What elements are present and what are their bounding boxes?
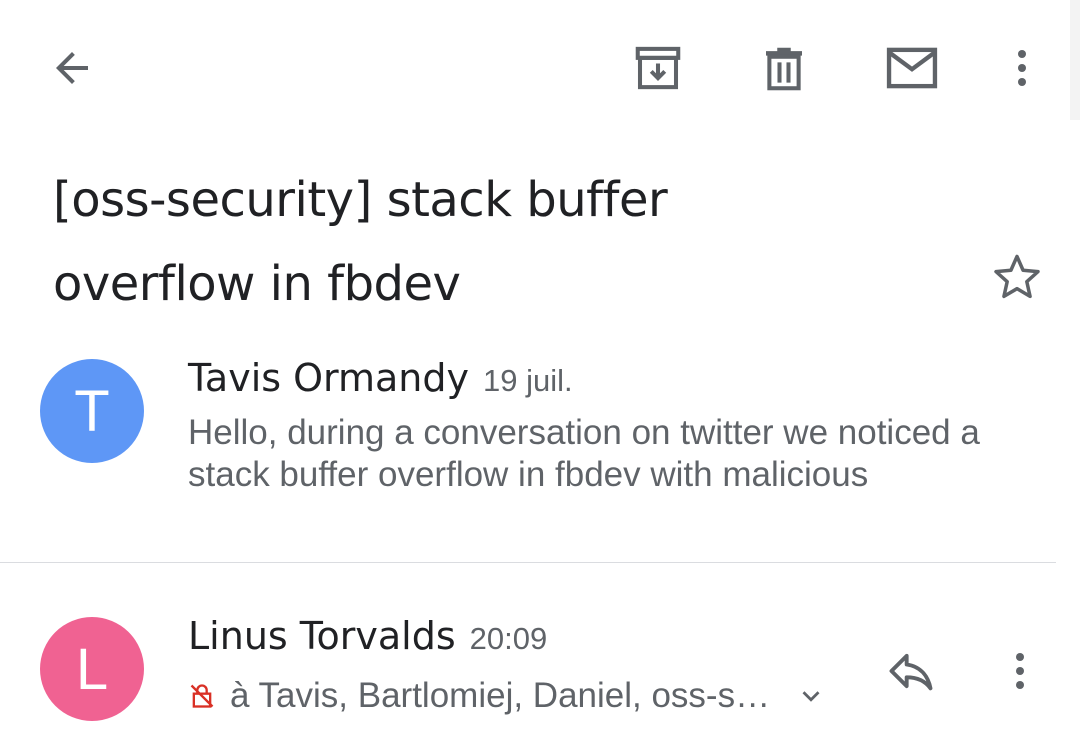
- message-date: 20:09: [469, 621, 548, 656]
- delete-icon: [766, 47, 802, 91]
- message-divider: [0, 562, 1056, 563]
- thread-subject: [oss-security] stack buffer overflow in …: [53, 172, 668, 312]
- recipients-summary: à Tavis, Bartlomiej, Daniel, oss-s…: [230, 676, 771, 715]
- sender-name: Tavis Ormandy: [188, 356, 469, 400]
- chevron-down-icon[interactable]: [796, 681, 826, 711]
- reply-button[interactable]: [880, 642, 942, 700]
- message-more-button[interactable]: [996, 642, 1044, 700]
- more-options-button[interactable]: [996, 36, 1048, 100]
- back-button[interactable]: [40, 36, 104, 100]
- message-item[interactable]: L Linus Torvalds 20:09 à Tavis, Bartlomi…: [0, 564, 1056, 742]
- recipients-toggle[interactable]: à Tavis, Bartlomiej, Daniel, oss-s…: [188, 676, 826, 716]
- more-vert-icon: [1016, 653, 1024, 689]
- mark-unread-button[interactable]: [876, 36, 948, 100]
- more-vert-icon: [1018, 50, 1026, 86]
- sender-line: Tavis Ormandy 19 juil.: [188, 356, 573, 400]
- sender-line: Linus Torvalds 20:09: [188, 614, 547, 658]
- star-outline-icon: [994, 254, 1040, 299]
- sender-name: Linus Torvalds: [188, 614, 456, 658]
- archive-button[interactable]: [624, 36, 692, 100]
- email-thread-view: [oss-security] stack buffer overflow in …: [0, 0, 1080, 742]
- avatar[interactable]: L: [40, 617, 144, 721]
- avatar-letter: T: [74, 378, 110, 444]
- top-toolbar: [0, 0, 1080, 134]
- lock-off-icon: [188, 681, 216, 711]
- star-button[interactable]: [988, 248, 1046, 306]
- reply-icon: [889, 653, 933, 691]
- avatar-letter: L: [75, 636, 109, 702]
- message-snippet: Hello, during a conversation on twitter …: [188, 413, 980, 494]
- archive-icon: [635, 46, 681, 90]
- mark-unread-icon: [886, 47, 938, 89]
- avatar[interactable]: T: [40, 359, 144, 463]
- message-date: 19 juil.: [483, 363, 573, 398]
- scrollbar-edge: [1070, 0, 1080, 120]
- message-item[interactable]: T Tavis Ormandy 19 juil. Hello, during a…: [0, 340, 1056, 562]
- delete-button[interactable]: [750, 36, 818, 100]
- back-arrow-icon: [56, 52, 88, 84]
